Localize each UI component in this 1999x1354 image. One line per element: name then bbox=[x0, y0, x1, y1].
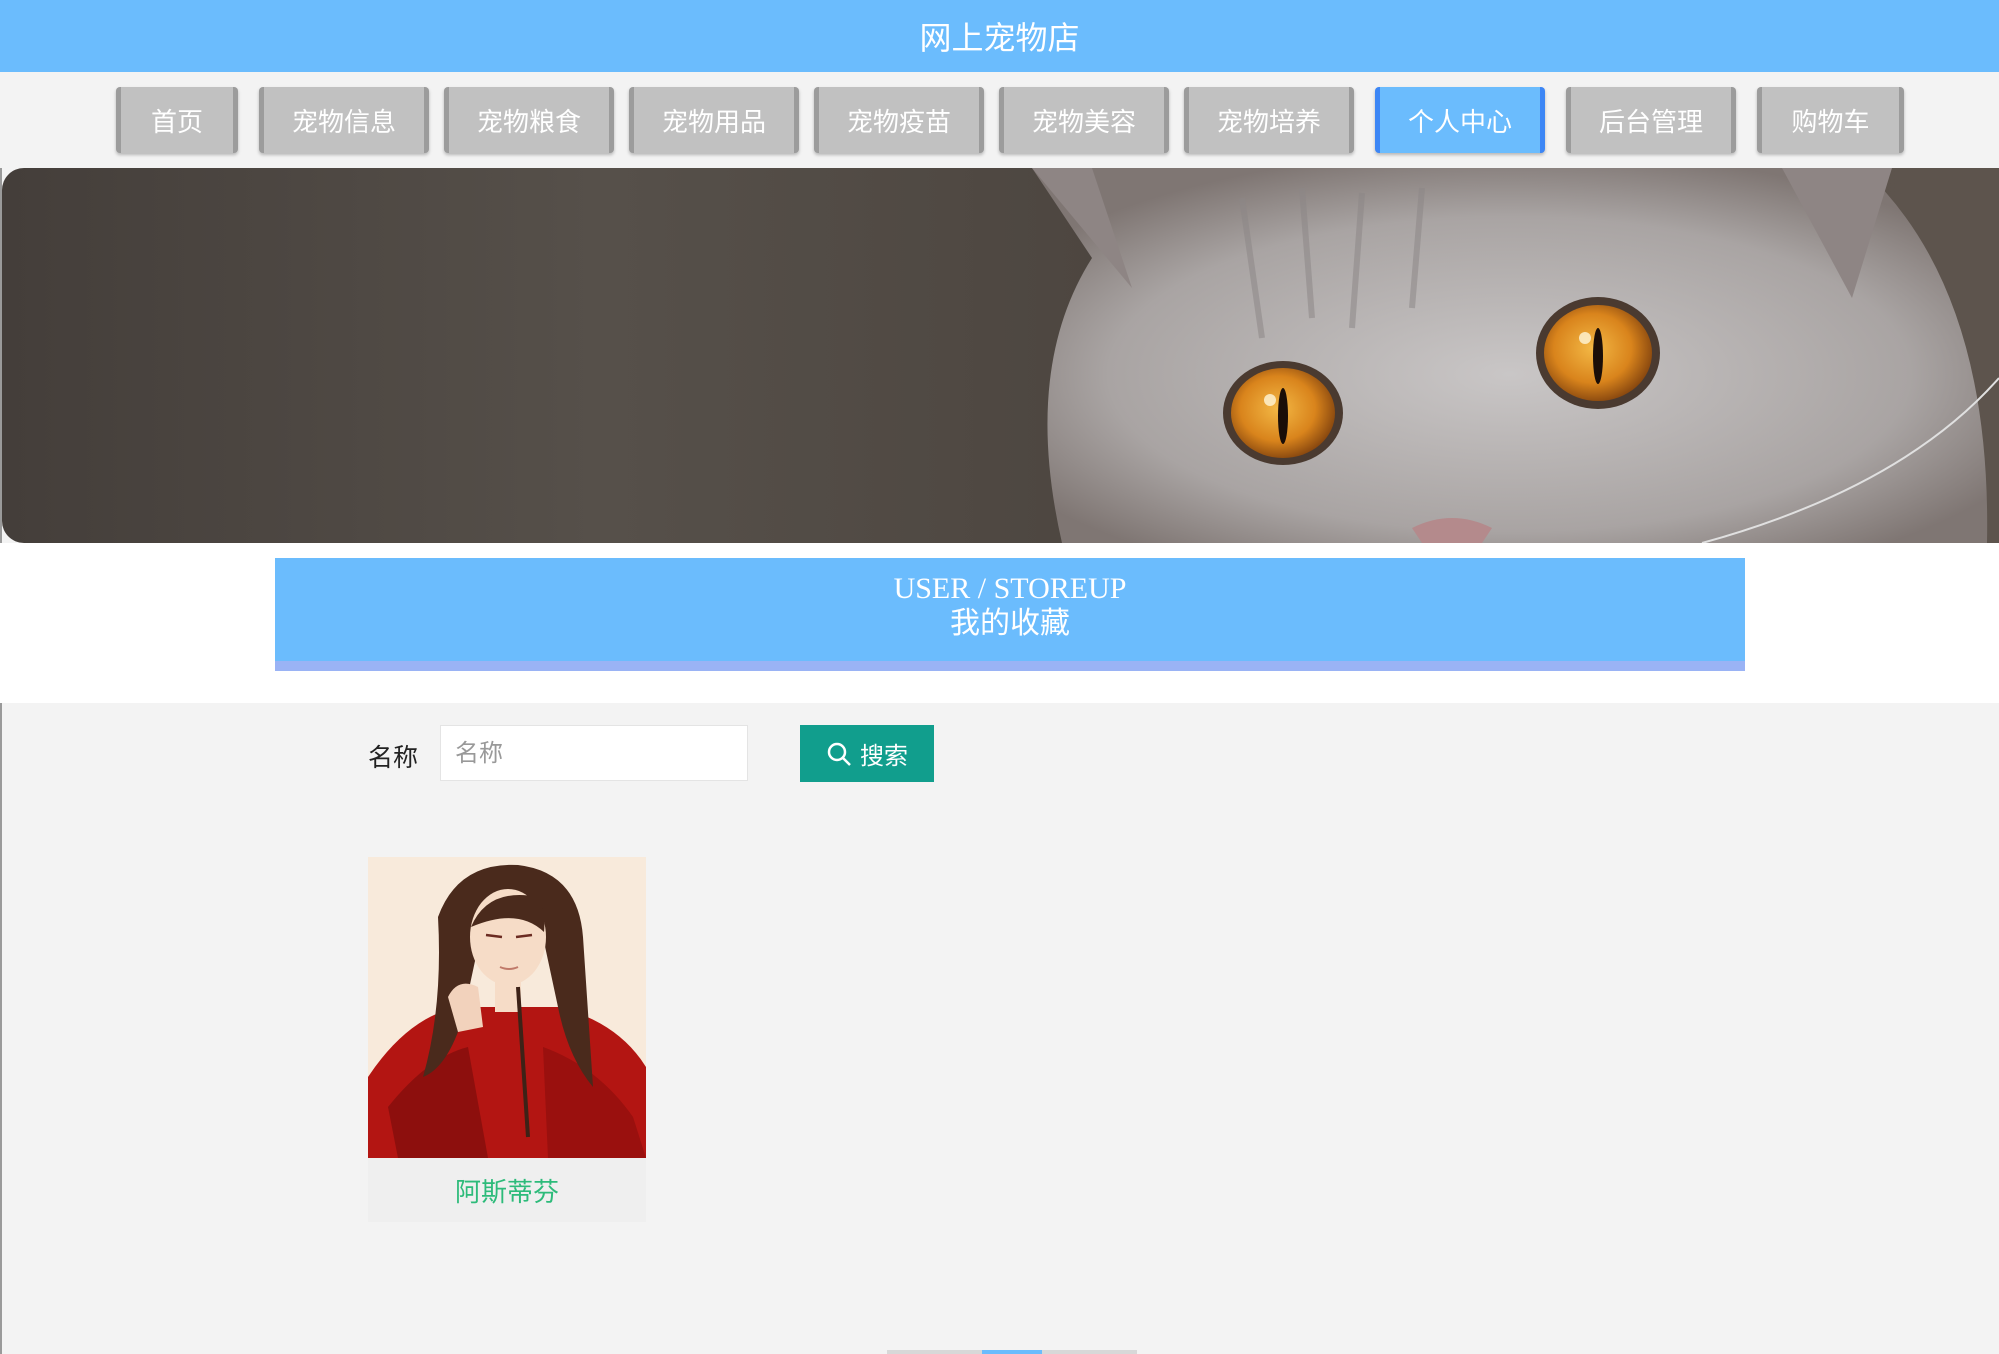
nav-label: 宠物美容 bbox=[1031, 107, 1136, 138]
site-title: 网上宠物店 bbox=[919, 19, 1080, 57]
nav-label: 购物车 bbox=[1791, 107, 1870, 138]
nav-pet-info[interactable]: 宠物信息 bbox=[259, 87, 429, 153]
pagination-prev[interactable] bbox=[887, 1350, 982, 1354]
pagination-current[interactable] bbox=[982, 1350, 1042, 1354]
site-header: 网上宠物店 bbox=[0, 0, 1999, 72]
nav-label: 宠物培养 bbox=[1216, 107, 1321, 138]
section-title-cn: 我的收藏 bbox=[950, 607, 1070, 640]
search-button[interactable]: 搜索 bbox=[800, 725, 934, 782]
nav-cart[interactable]: 购物车 bbox=[1757, 87, 1904, 153]
main-nav: 首页 宠物信息 宠物粮食 宠物用品 宠物疫苗 宠物美容 宠物培养 个人中心 后台… bbox=[0, 72, 1999, 168]
pagination-next[interactable] bbox=[1042, 1350, 1137, 1354]
nav-label: 宠物粮食 bbox=[476, 107, 581, 138]
favorite-card[interactable]: 阿斯蒂芬 bbox=[368, 857, 646, 1222]
nav-admin[interactable]: 后台管理 bbox=[1566, 87, 1736, 153]
nav-pet-vaccine[interactable]: 宠物疫苗 bbox=[814, 87, 984, 153]
nav-label: 个人中心 bbox=[1407, 107, 1512, 138]
section-title-en: USER / STOREUP bbox=[893, 572, 1127, 605]
nav-label: 宠物疫苗 bbox=[846, 107, 951, 138]
nav-pet-supplies[interactable]: 宠物用品 bbox=[629, 87, 799, 153]
nav-label: 宠物信息 bbox=[291, 107, 396, 138]
nav-label: 后台管理 bbox=[1598, 107, 1703, 138]
favorite-thumbnail bbox=[368, 857, 646, 1158]
nav-personal-center[interactable]: 个人中心 bbox=[1375, 87, 1545, 153]
section-title-box: USER / STOREUP 我的收藏 bbox=[275, 558, 1745, 671]
search-button-label: 搜索 bbox=[860, 742, 908, 770]
nav-home[interactable]: 首页 bbox=[116, 87, 238, 153]
nav-label: 宠物用品 bbox=[661, 107, 766, 138]
cat-illustration bbox=[1032, 168, 1999, 543]
favorite-name: 阿斯蒂芬 bbox=[454, 1177, 559, 1208]
search-icon bbox=[827, 742, 851, 766]
search-label: 名称 bbox=[368, 743, 419, 772]
search-input[interactable] bbox=[440, 725, 748, 781]
nav-pet-grooming[interactable]: 宠物美容 bbox=[999, 87, 1169, 153]
nav-label: 首页 bbox=[150, 107, 203, 138]
nav-pet-food[interactable]: 宠物粮食 bbox=[444, 87, 614, 153]
character-illustration bbox=[368, 857, 646, 1158]
nav-pet-training[interactable]: 宠物培养 bbox=[1184, 87, 1354, 153]
banner-image bbox=[2, 168, 1999, 543]
